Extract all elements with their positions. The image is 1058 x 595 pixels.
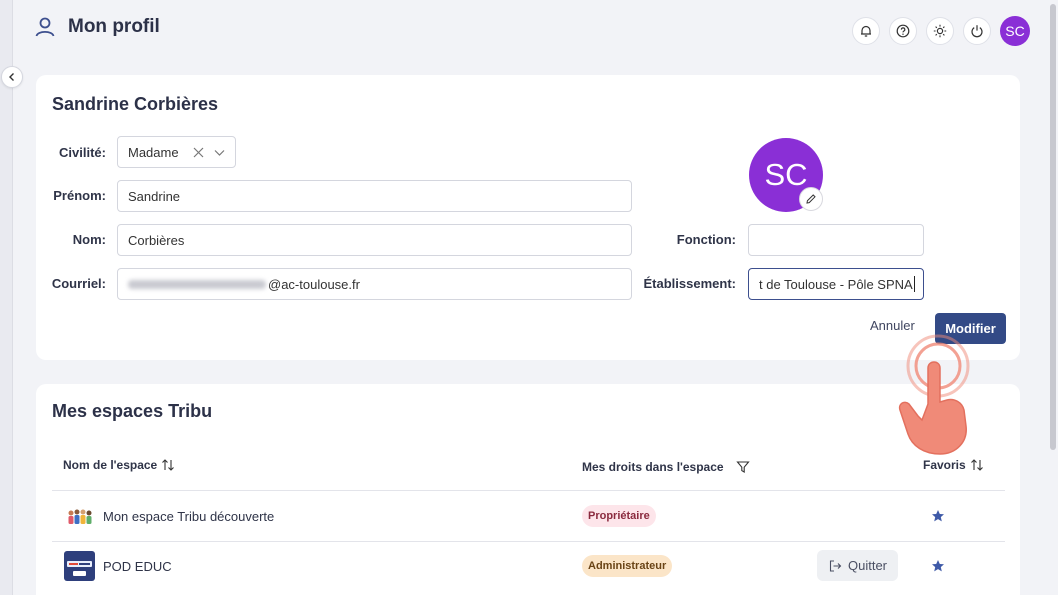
column-rights-label: Mes droits dans l'espace [582,460,724,474]
chevron-down-icon[interactable] [214,147,225,158]
role-badge: Administrateur [582,555,673,577]
space-name[interactable]: POD EDUC [103,559,172,574]
filter-icon[interactable] [735,460,750,474]
etablissement-label: Établissement: [643,276,736,291]
sort-icon[interactable] [970,458,984,472]
header-actions: SC [852,16,1030,46]
exit-icon [829,559,842,572]
email-domain: @ac-toulouse.fr [268,276,360,292]
chevron-left-icon [9,73,14,81]
spaces-card: Mes espaces Tribu Nom de l'espace Mes dr… [36,384,1020,595]
space-name[interactable]: Mon espace Tribu découverte [103,509,274,524]
role-badge: Propriétaire [582,505,656,527]
profile-card: Sandrine Corbières Civilité: Madame Prén… [36,75,1020,360]
quit-label: Quitter [847,558,887,573]
tap-gesture-hand-icon [898,334,970,455]
civilite-select[interactable]: Madame [117,136,236,168]
row-divider [52,541,1005,542]
scrollbar-thumb[interactable] [1050,4,1056,450]
civilite-value: Madame [128,144,179,160]
clear-icon[interactable] [193,147,204,158]
prenom-label: Prénom: [53,188,106,203]
courriel-label: Courriel: [51,276,106,291]
user-icon [35,17,55,37]
edit-avatar-button[interactable] [799,187,823,211]
fonction-input[interactable] [748,224,924,256]
logout-button[interactable] [963,17,991,45]
nom-input[interactable]: Corbières [117,224,632,256]
favorite-star-icon[interactable] [931,509,945,523]
text-cursor [913,276,915,292]
column-name-label: Nom de l'espace [63,458,158,472]
email-redacted-part [128,279,266,289]
quit-space-button[interactable]: Quitter [817,550,898,581]
sun-icon [933,24,947,38]
page-header: Mon profil [34,16,160,38]
courriel-input[interactable]: @ac-toulouse.fr [117,268,632,300]
page-title: Mon profil [68,16,160,37]
spaces-title: Mes espaces Tribu [52,401,213,421]
column-header-rights[interactable]: Mes droits dans l'espace [582,460,750,474]
page-scrollbar[interactable] [1048,0,1058,595]
power-icon [971,25,983,38]
help-button[interactable] [889,17,917,45]
etablissement-value: t de Toulouse - Pôle SPNA [759,276,913,292]
space-thumbnail-decouverte [68,509,92,524]
pencil-icon [806,194,816,204]
left-sidebar-strip [0,0,13,595]
space-thumbnail-pod-educ [64,551,95,581]
favorite-star-icon[interactable] [931,559,945,573]
theme-toggle-button[interactable] [926,17,954,45]
column-header-name[interactable]: Nom de l'espace [63,458,175,472]
column-favorites-label: Favoris [923,458,966,472]
etablissement-input[interactable]: t de Toulouse - Pôle SPNA [748,268,924,300]
bell-icon [861,25,871,37]
help-icon [896,24,910,38]
sort-icon[interactable] [161,458,175,472]
header-divider [52,490,1005,491]
nom-label: Nom: [72,232,106,247]
profile-full-name: Sandrine Corbières [52,94,219,114]
fonction-label: Fonction: [676,232,736,247]
user-avatar[interactable]: SC [1000,16,1030,46]
civilite-label: Civilité: [59,145,106,160]
column-header-favorites[interactable]: Favoris [923,458,984,472]
prenom-input[interactable]: Sandrine [117,180,632,212]
notifications-button[interactable] [852,17,880,45]
sidebar-collapse-button[interactable] [1,66,23,88]
